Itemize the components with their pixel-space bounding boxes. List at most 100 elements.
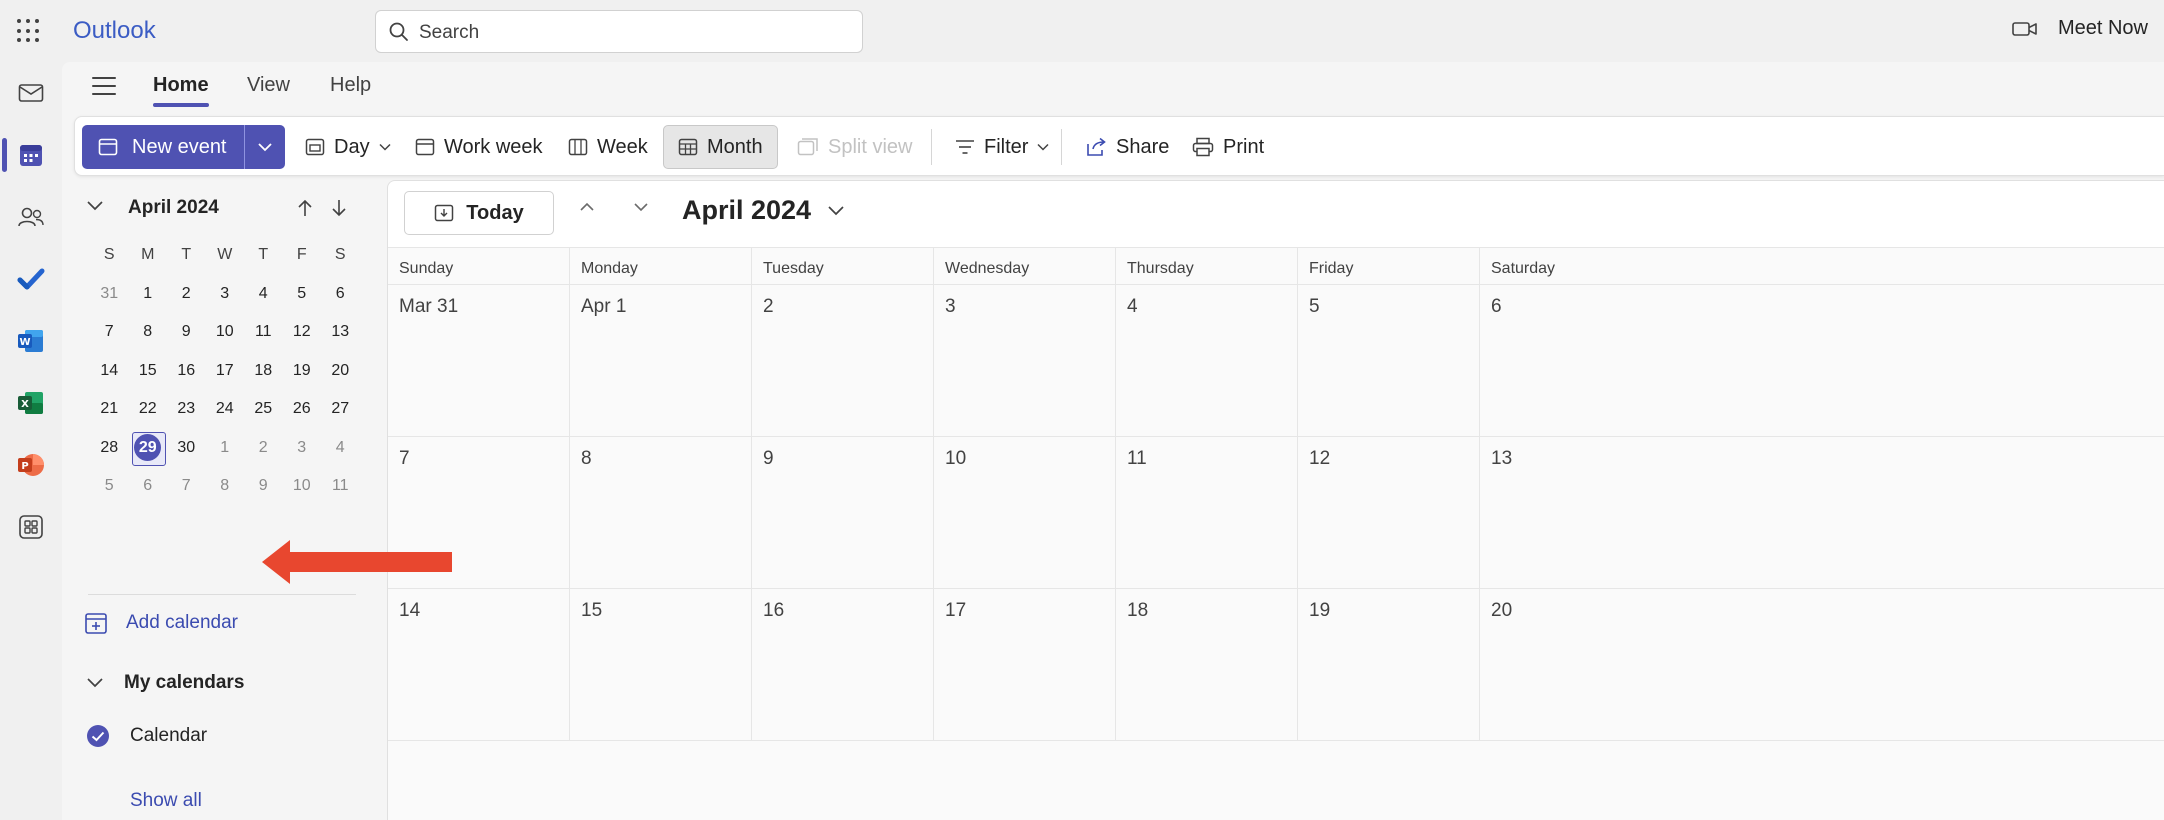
mini-calendar-day[interactable]: 9 — [167, 313, 206, 352]
my-calendars-group[interactable]: My calendars — [86, 672, 244, 694]
search-input[interactable]: Search — [375, 10, 863, 53]
mini-calendar-day[interactable]: 1 — [206, 429, 245, 468]
day-cell[interactable]: Mar 31 — [388, 285, 570, 436]
mini-calendar-day[interactable]: 14 — [90, 352, 129, 391]
mini-calendar-day[interactable]: 9 — [244, 467, 283, 506]
new-event-dropdown[interactable] — [245, 125, 285, 169]
mini-calendar-day[interactable]: 19 — [283, 352, 322, 391]
powerpoint-icon[interactable]: P — [14, 448, 48, 482]
mini-calendar-day[interactable]: 13 — [321, 313, 360, 352]
calendar-app-icon[interactable] — [14, 138, 48, 172]
mini-calendar-day[interactable]: 3 — [206, 275, 245, 314]
mini-calendar-day[interactable]: 21 — [90, 390, 129, 429]
mini-calendar-day[interactable]: 5 — [283, 275, 322, 314]
mini-calendar-day[interactable]: 30 — [167, 429, 206, 468]
mini-calendar-day[interactable]: 6 — [321, 275, 360, 314]
mini-calendar-day[interactable]: 27 — [321, 390, 360, 429]
day-cell[interactable]: Apr 1 — [570, 285, 752, 436]
mini-calendar-day[interactable]: 5 — [90, 467, 129, 506]
mini-calendar-day[interactable]: 28 — [90, 429, 129, 468]
mini-calendar-day[interactable]: 4 — [244, 275, 283, 314]
mail-icon[interactable] — [14, 76, 48, 110]
word-icon[interactable]: W — [14, 324, 48, 358]
arrow-down-icon[interactable] — [330, 198, 348, 218]
today-button[interactable]: Today — [404, 191, 554, 235]
mini-calendar-day[interactable]: 6 — [129, 467, 168, 506]
chevron-down-icon[interactable] — [632, 201, 650, 213]
mini-calendar-day[interactable]: 20 — [321, 352, 360, 391]
mini-calendar-day[interactable]: 11 — [244, 313, 283, 352]
day-cell[interactable]: 18 — [1116, 589, 1298, 740]
mini-calendar-day-selected[interactable]: 29 — [129, 429, 168, 468]
day-cell[interactable]: 6 — [1480, 285, 2164, 436]
add-calendar-link[interactable]: Add calendar — [84, 606, 238, 640]
day-cell[interactable]: 12 — [1298, 437, 1480, 588]
mini-calendar-day[interactable]: 8 — [206, 467, 245, 506]
mini-calendar-day[interactable]: 10 — [283, 467, 322, 506]
more-apps-icon[interactable] — [14, 510, 48, 544]
day-cell[interactable]: 16 — [752, 589, 934, 740]
day-cell[interactable]: 4 — [1116, 285, 1298, 436]
people-icon[interactable] — [14, 200, 48, 234]
mini-calendar-day[interactable]: 25 — [244, 390, 283, 429]
mini-calendar-day[interactable]: 31 — [90, 275, 129, 314]
mini-calendar-day[interactable]: 2 — [167, 275, 206, 314]
mini-calendar-day[interactable]: 12 — [283, 313, 322, 352]
day-cell[interactable]: 9 — [752, 437, 934, 588]
mini-calendar-day[interactable]: 10 — [206, 313, 245, 352]
day-view-button[interactable]: Day — [305, 125, 391, 169]
new-event-button[interactable]: New event — [82, 125, 285, 169]
filter-button[interactable]: Filter — [955, 125, 1049, 169]
day-cell[interactable]: 13 — [1480, 437, 2164, 588]
mini-calendar-day[interactable]: 18 — [244, 352, 283, 391]
arrow-up-icon[interactable] — [296, 198, 314, 218]
day-cell[interactable]: 5 — [1298, 285, 1480, 436]
new-event-main[interactable]: New event — [82, 125, 244, 169]
mini-calendar-day[interactable]: 2 — [244, 429, 283, 468]
mini-calendar-title[interactable]: April 2024 — [128, 197, 219, 219]
mini-calendar-day[interactable]: 24 — [206, 390, 245, 429]
chevron-down-icon[interactable] — [86, 200, 104, 212]
mini-calendar-day[interactable]: 1 — [129, 275, 168, 314]
mini-calendar-day[interactable]: 8 — [129, 313, 168, 352]
mini-calendar-day[interactable]: 17 — [206, 352, 245, 391]
mini-calendar-day[interactable]: 7 — [167, 467, 206, 506]
mini-calendar-day[interactable]: 22 — [129, 390, 168, 429]
mini-calendar-day[interactable]: 11 — [321, 467, 360, 506]
app-launcher-icon[interactable] — [16, 18, 42, 44]
mini-calendar-day[interactable]: 26 — [283, 390, 322, 429]
week-button[interactable]: Week — [568, 125, 648, 169]
month-title-picker[interactable]: April 2024 — [682, 195, 845, 226]
checked-circle-icon[interactable] — [86, 724, 110, 748]
mini-calendar-day[interactable]: 3 — [283, 429, 322, 468]
mini-calendar-day[interactable]: 7 — [90, 313, 129, 352]
share-button[interactable]: Share — [1085, 125, 1169, 169]
day-cell[interactable]: 15 — [570, 589, 752, 740]
day-cell[interactable]: 8 — [570, 437, 752, 588]
tab-view[interactable]: View — [247, 74, 290, 97]
month-button[interactable]: Month — [663, 125, 778, 169]
day-cell[interactable]: 17 — [934, 589, 1116, 740]
app-title[interactable]: Outlook — [73, 17, 156, 45]
day-cell[interactable]: 20 — [1480, 589, 2164, 740]
chevron-up-icon[interactable] — [578, 201, 596, 213]
todo-icon[interactable] — [14, 262, 48, 296]
mini-calendar-day[interactable]: 15 — [129, 352, 168, 391]
mini-calendar-day[interactable]: 23 — [167, 390, 206, 429]
meet-now-button[interactable]: Meet Now — [2012, 17, 2148, 40]
work-week-button[interactable]: Work week — [415, 125, 543, 169]
excel-icon[interactable]: X — [14, 386, 48, 420]
mini-calendar-day[interactable]: 4 — [321, 429, 360, 468]
day-cell[interactable]: 11 — [1116, 437, 1298, 588]
day-cell[interactable]: 2 — [752, 285, 934, 436]
show-all-link[interactable]: Show all — [130, 790, 202, 812]
day-cell[interactable]: 14 — [388, 589, 570, 740]
day-cell[interactable]: 19 — [1298, 589, 1480, 740]
tab-home[interactable]: Home — [153, 74, 209, 107]
hamburger-menu-icon[interactable] — [92, 77, 116, 97]
day-cell[interactable]: 10 — [934, 437, 1116, 588]
day-cell[interactable]: 3 — [934, 285, 1116, 436]
calendar-list-item[interactable]: Calendar — [86, 724, 207, 748]
mini-calendar-day[interactable]: 16 — [167, 352, 206, 391]
print-button[interactable]: Print — [1192, 125, 1264, 169]
